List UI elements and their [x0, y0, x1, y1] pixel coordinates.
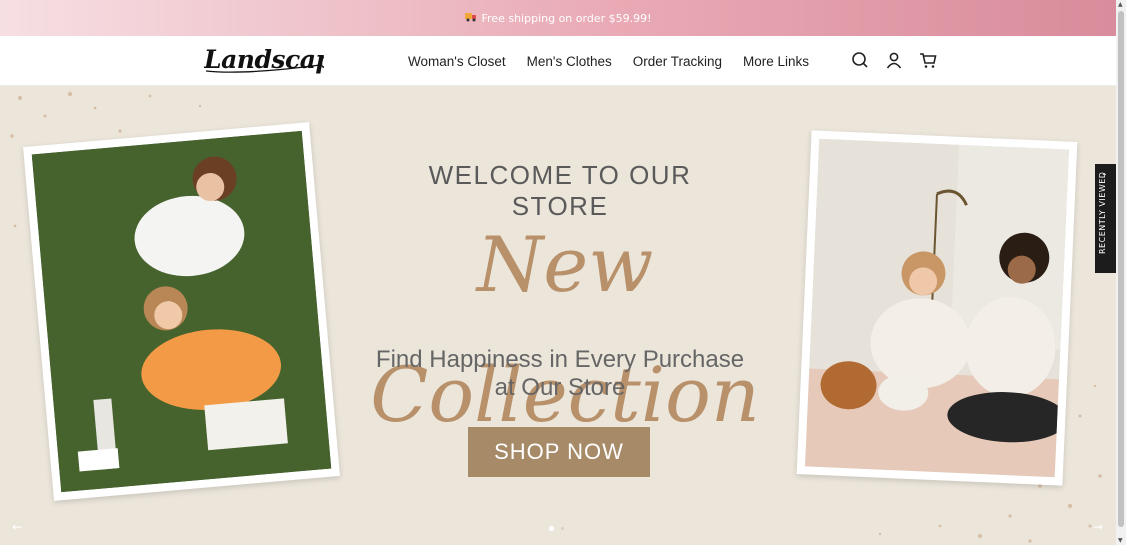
site-logo[interactable]: Landscapet [204, 41, 324, 77]
hero-script-title: New Collection [370, 220, 760, 439]
main-nav: Woman's Closet Men's Clothes Order Track… [408, 36, 830, 86]
scrollbar-thumb[interactable] [1118, 11, 1124, 527]
hero-tagline-line1: Find Happiness in Every Purchase [375, 346, 745, 373]
recently-viewed-label: RECENTLY VIEWED [1098, 171, 1107, 254]
hero-tagline: Find Happiness in Every Purchase at Our … [360, 346, 760, 402]
slider-dot[interactable] [561, 527, 564, 530]
scroll-down-icon[interactable]: ▼ [1118, 537, 1123, 544]
scroll-up-icon[interactable]: ▲ [1118, 1, 1123, 8]
truck-icon [464, 12, 477, 25]
hero-photo-left [23, 122, 340, 501]
page-scrollbar[interactable]: ▲ ▼ [1116, 0, 1126, 545]
slider-dot-active[interactable] [549, 526, 554, 531]
recently-viewed-tab[interactable]: ⌃ RECENTLY VIEWED [1095, 164, 1116, 273]
hero-tagline-line2: at Our Store [494, 374, 626, 401]
nav-mens-clothes[interactable]: Men's Clothes [527, 54, 612, 69]
header-icons [850, 50, 938, 70]
nav-womans-closet[interactable]: Woman's Closet [408, 54, 506, 69]
slider-prev-arrow-icon[interactable]: ← [12, 520, 22, 534]
announcement-bar: Free shipping on order $59.99! [0, 0, 1116, 36]
slider-next-arrow-icon[interactable]: → [1093, 520, 1103, 534]
slider-dots [549, 526, 564, 531]
svg-text:Landscapet: Landscapet [204, 45, 324, 74]
announcement-text: Free shipping on order $59.99! [481, 11, 652, 25]
hero-banner[interactable]: WELCOME TO OUR STORE New Collection Find… [0, 86, 1116, 545]
nav-order-tracking[interactable]: Order Tracking [633, 54, 722, 69]
cart-icon[interactable] [918, 50, 938, 70]
nav-more-links[interactable]: More Links [743, 54, 809, 69]
shop-now-button[interactable]: SHOP NOW [468, 427, 650, 477]
search-icon[interactable] [850, 50, 870, 70]
site-header: Landscapet Woman's Closet Men's Clothes … [0, 36, 1116, 86]
account-icon[interactable] [884, 50, 904, 70]
hero-photo-right [796, 130, 1078, 486]
